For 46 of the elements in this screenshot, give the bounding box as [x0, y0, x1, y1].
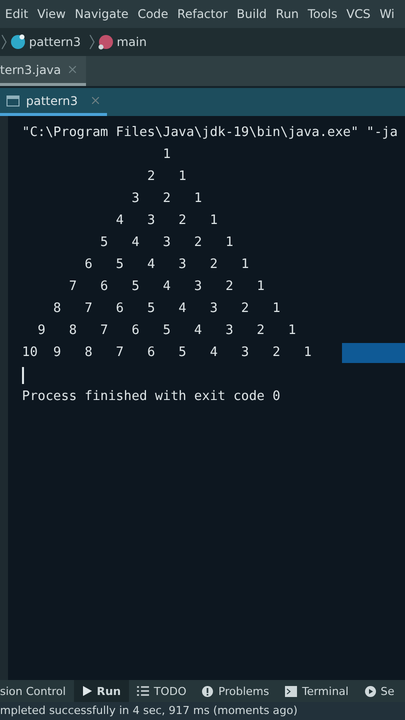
console-output-line: 5 4 3 2 1	[99, 234, 234, 252]
method-icon	[98, 34, 114, 50]
console-command: "C:\Program Files\Java\jdk-19\bin\java.exe" "-ja	[22, 124, 399, 142]
console-output-line: 10 9 8 7 6 5 4 3 2 1	[22, 344, 312, 362]
menu-item[interactable]: Code	[138, 7, 168, 21]
text-selection	[342, 343, 405, 363]
menu-item[interactable]: Build	[236, 7, 267, 21]
tool-window-tab[interactable]: Se	[356, 680, 402, 702]
console-output-line: 6 5 4 3 2 1	[84, 256, 249, 274]
list-icon	[136, 686, 149, 696]
warning-icon	[202, 686, 214, 696]
tool-window-tab[interactable]: Problems	[194, 680, 278, 702]
play-circle-icon	[364, 686, 376, 696]
menu-item[interactable]: VCS	[346, 7, 371, 21]
menu-item[interactable]: Wi	[380, 7, 394, 21]
menu-item[interactable]: Edit	[5, 7, 28, 21]
breadcrumb-item[interactable]: main	[116, 35, 147, 49]
console-output-line: 4 3 2 1	[114, 212, 218, 230]
console-output-line: 2 1	[146, 168, 186, 186]
terminal-icon	[285, 686, 298, 696]
console-output-line: 8 7 6 5 4 3 2 1	[52, 300, 280, 318]
chevron-icon	[88, 34, 95, 50]
text-cursor	[22, 366, 24, 384]
console-output-line: 7 6 5 4 3 2 1	[68, 278, 265, 296]
console-output-line: 3 2 1	[130, 190, 202, 208]
chevron-icon	[1, 34, 7, 50]
menu-item[interactable]: View	[37, 7, 66, 21]
menu-item[interactable]: Run	[276, 7, 299, 21]
exit-message: Process finished with exit code 0	[22, 388, 282, 406]
editor-tab[interactable]: tern3.java	[0, 56, 86, 86]
breadcrumb-item[interactable]: pattern3	[29, 35, 81, 49]
menu-item[interactable]: Navigate	[74, 7, 129, 21]
close-icon[interactable]	[69, 66, 76, 73]
console-output-line: 1	[162, 146, 171, 164]
play-icon	[82, 686, 92, 696]
tool-window-tab[interactable]: TODO	[128, 680, 194, 702]
tool-window-tab[interactable]: Terminal	[277, 680, 357, 702]
menu-item[interactable]: Tools	[308, 7, 338, 21]
tool-window-tab[interactable]: sion Control	[0, 680, 74, 702]
menu-item[interactable]: Refactor	[177, 7, 228, 21]
class-icon	[10, 34, 26, 50]
tool-window-tab[interactable]: Run	[74, 680, 129, 702]
status-message: mpleted successfully in 4 sec, 917 ms (moments ago)	[0, 702, 405, 720]
window-icon	[6, 94, 20, 106]
console-output-line: 9 8 7 6 5 4 3 2 1	[36, 322, 296, 340]
close-icon[interactable]	[92, 97, 99, 104]
